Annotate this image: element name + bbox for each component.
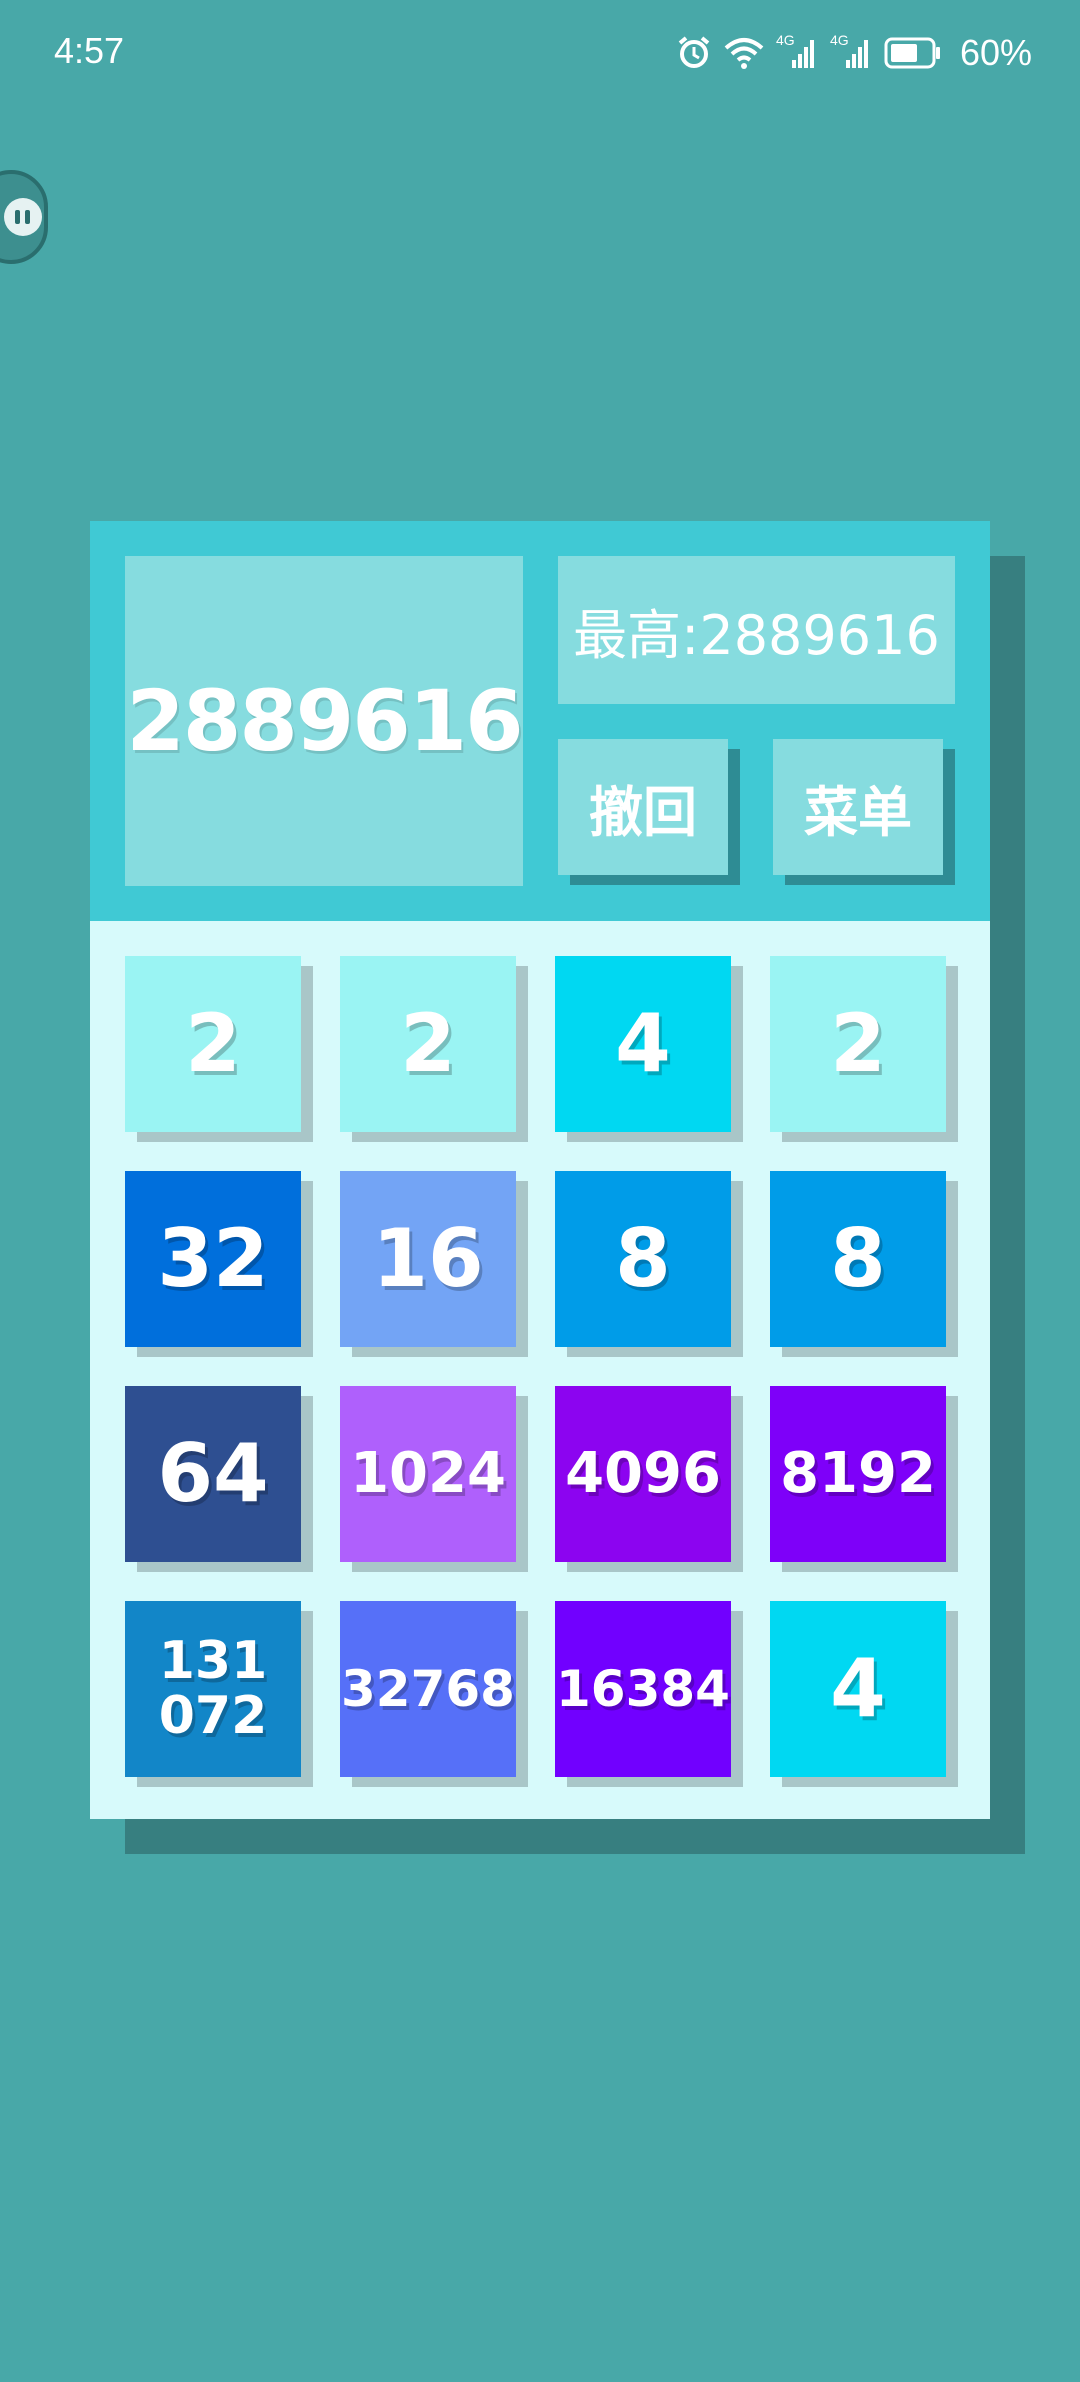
- tile-cell: 8: [770, 1171, 958, 1357]
- tile-cell: 4096: [555, 1386, 743, 1572]
- tile-cell: 2: [340, 956, 528, 1142]
- tile-label-line2: 072: [158, 1686, 268, 1746]
- tile-8192: 8192: [770, 1386, 946, 1562]
- battery-icon: [884, 37, 942, 69]
- status-icons: 4G 4G 60%: [676, 28, 1032, 78]
- tile-cell: 2: [770, 956, 958, 1142]
- tile-cell: 8192: [770, 1386, 958, 1572]
- tile-label: 32768: [341, 1659, 515, 1718]
- network-label: 4G: [775, 32, 795, 48]
- tile-16: 16: [340, 1171, 516, 1347]
- tile-4: 4: [555, 956, 731, 1132]
- tile-4096: 4096: [555, 1386, 731, 1562]
- wifi-icon: [724, 36, 764, 70]
- tile-label: 16: [372, 1212, 484, 1305]
- pause-icon: [4, 198, 42, 236]
- tile-8: 8: [770, 1171, 946, 1347]
- tile-label: 4096: [565, 1440, 721, 1506]
- tile-label: 4: [830, 1642, 886, 1735]
- best-score: 最高:2889616: [573, 603, 940, 667]
- tile-label: 8: [615, 1212, 671, 1305]
- tile-cell: 8: [555, 1171, 743, 1357]
- tile-16384: 16384: [555, 1601, 731, 1777]
- tile-label: 2: [185, 997, 241, 1090]
- tile-label: 4: [615, 997, 671, 1090]
- tile-label: 2: [830, 997, 886, 1090]
- tile-cell: 4: [770, 1601, 958, 1787]
- tile-cell: 32: [125, 1171, 313, 1357]
- tile-32768: 32768: [340, 1601, 516, 1777]
- tile-cell: 131 072: [125, 1601, 313, 1787]
- signal-icon: 4G: [830, 32, 872, 70]
- alarm-icon: [676, 35, 712, 71]
- network-label: 4G: [829, 32, 849, 48]
- tile-cell: 16: [340, 1171, 528, 1357]
- status-time: 4:57: [54, 30, 125, 71]
- tile-2: 2: [125, 956, 301, 1132]
- tile-label: 16384: [556, 1659, 730, 1718]
- tile-label: 2: [400, 997, 456, 1090]
- tile-label: 131: [158, 1631, 268, 1692]
- game-board: 2889616 最高:2889616 撤回 菜单 2 2 4 2 32 16 8 8 64 102…: [90, 521, 990, 1819]
- tile-131072: 131 072: [125, 1601, 301, 1777]
- tile-32: 32: [125, 1171, 301, 1347]
- tile-cell: 64: [125, 1386, 313, 1572]
- tile-cell: 1024: [340, 1386, 528, 1572]
- tile-1024: 1024: [340, 1386, 516, 1562]
- tile-cell: 2: [125, 956, 313, 1142]
- tile-2: 2: [770, 956, 946, 1132]
- tile-label: 1024: [350, 1440, 506, 1506]
- tile-cell: 16384: [555, 1601, 743, 1787]
- tile-cell: 32768: [340, 1601, 528, 1787]
- score-box: 2889616: [125, 556, 524, 886]
- tile-4: 4: [770, 1601, 946, 1777]
- tile-64: 64: [125, 1386, 301, 1562]
- current-score: 2889616: [126, 672, 523, 770]
- menu-button[interactable]: 菜单: [773, 739, 943, 875]
- tile-label: 8: [830, 1212, 886, 1305]
- tile-2: 2: [340, 956, 516, 1132]
- status-bar: 4:57 4G 4G 60%: [0, 0, 1080, 110]
- tile-grid[interactable]: 2 2 4 2 32 16 8 8 64 1024 4096 8192 131 072 32768 16384…: [90, 921, 990, 1819]
- tile-label: 8192: [780, 1440, 936, 1506]
- board-header: 2889616 最高:2889616 撤回 菜单: [90, 521, 990, 921]
- tile-label: 32: [157, 1212, 269, 1305]
- tile-label: 64: [157, 1427, 269, 1520]
- undo-button[interactable]: 撤回: [558, 739, 728, 875]
- battery-percent: 60%: [959, 32, 1032, 73]
- tile-cell: 4: [555, 956, 743, 1142]
- best-score-box: 最高:2889616: [558, 556, 955, 704]
- tile-8: 8: [555, 1171, 731, 1347]
- floating-assistant-button[interactable]: [0, 170, 48, 264]
- signal-icon: 4G: [776, 32, 818, 70]
